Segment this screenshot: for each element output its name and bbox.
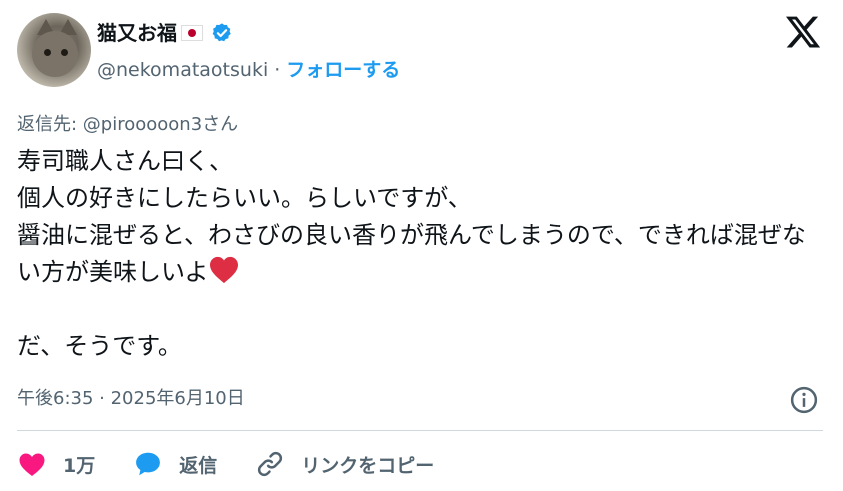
tweet-body-tail: だ、そうです。: [17, 332, 182, 360]
tweet-body: 寿司職人さん曰く、 個人の好きにしたらいい。らしいですが、 醤油に混ぜると、わさ…: [17, 147, 806, 286]
author-handle[interactable]: @nekomataotsuki: [97, 57, 268, 83]
action-bar: 1万 返信 リンクをコピー: [17, 447, 472, 481]
heart-emoji-icon: [209, 256, 238, 284]
info-icon[interactable]: [789, 385, 819, 415]
reply-button[interactable]: 返信: [133, 449, 217, 479]
author-display-name[interactable]: 猫又お福: [97, 19, 177, 47]
tweet-timestamp[interactable]: 午後6:35 · 2025年6月10日: [17, 386, 245, 412]
copy-link-label: リンクをコピー: [301, 454, 435, 477]
author-name-row[interactable]: 猫又お福: [97, 19, 233, 47]
like-button[interactable]: 1万: [17, 449, 95, 479]
like-count: 1万: [63, 454, 96, 477]
handle-row: @nekomataotsuki · フォローする: [97, 57, 400, 83]
x-logo-icon[interactable]: [784, 13, 822, 51]
reply-bubble-icon: [136, 452, 161, 476]
tweet-text: 寿司職人さん曰く、 個人の好きにしたらいい。らしいですが、 醤油に混ぜると、わさ…: [17, 143, 817, 365]
avatar[interactable]: [17, 13, 91, 87]
like-heart-icon: [19, 453, 45, 476]
divider: [17, 430, 823, 431]
follow-button[interactable]: フォローする: [286, 57, 400, 83]
verified-badge-icon[interactable]: [211, 22, 233, 44]
avatar-cat-eye-left: [44, 49, 51, 56]
avatar-cat-eye-right: [61, 49, 68, 56]
copy-link-button[interactable]: リンクをコピー: [255, 449, 434, 479]
reply-label: 返信: [179, 454, 218, 477]
reply-to-label[interactable]: 返信先: @pirooooon3さん: [17, 112, 238, 138]
avatar-cat-face: [32, 31, 78, 77]
japan-flag-icon: [181, 25, 203, 41]
link-icon: [258, 451, 283, 477]
separator-dot: ·: [274, 59, 281, 81]
